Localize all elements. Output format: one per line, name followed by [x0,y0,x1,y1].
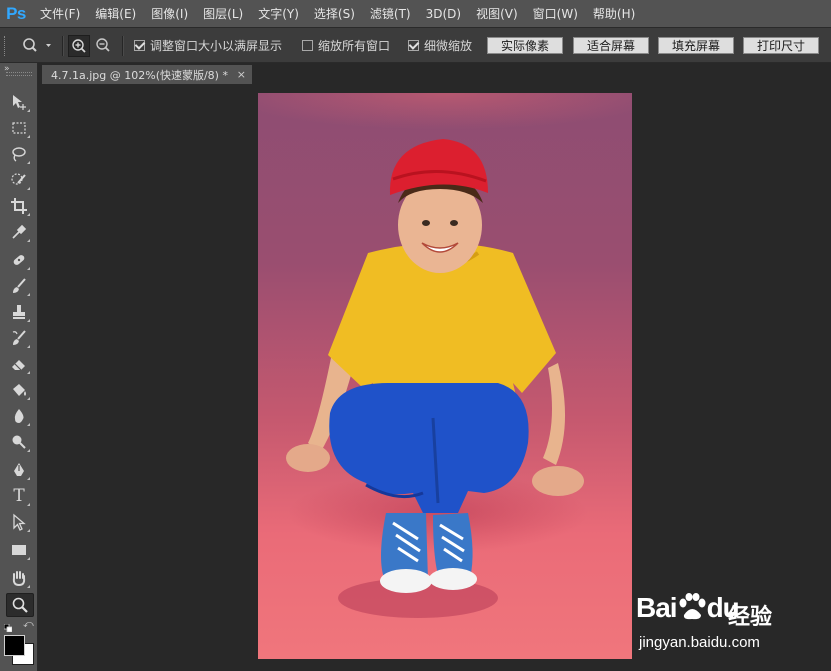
tools-panel: » T ⤺ [0,63,38,671]
history-brush-icon [12,330,26,345]
print-size-button[interactable]: 打印尺寸 [743,37,819,54]
eraser-icon [12,360,25,371]
marquee-icon [12,122,26,134]
baidu-jingyan-watermark: Bai du 经验 jingyan.baidu.com [636,578,826,658]
paint-bucket-tool[interactable] [8,379,30,401]
checkbox-icon [134,39,145,51]
menu-type[interactable]: 文字(Y) [250,5,306,22]
menu-filter[interactable]: 滤镜(T) [362,5,418,22]
zoom-icon [23,38,51,52]
menu-layer[interactable]: 图层(L) [195,5,250,22]
checkbox-icon [408,39,419,51]
crop-icon [11,198,27,214]
resize-windows-label: 调整窗口大小以满屏显示 [150,38,283,53]
fill-screen-button[interactable]: 填充屏幕 [658,37,734,54]
menu-bar: Ps 文件(F) 编辑(E) 图像(I) 图层(L) 文字(Y) 选择(S) 滤… [0,0,831,27]
options-grip[interactable] [4,36,7,56]
document-tab-title: 4.7.1a.jpg @ 102%(快速蒙版/8) * [51,68,228,82]
document-tab[interactable]: 4.7.1a.jpg @ 102%(快速蒙版/8) * × [42,65,252,84]
menu-view[interactable]: 视图(V) [468,5,525,22]
default-colors-icon[interactable] [3,621,13,633]
healing-brush-tool[interactable] [8,249,30,271]
quick-selection-icon [11,173,26,185]
zoom-all-windows-label: 缩放所有窗口 [318,38,391,53]
blur-tool[interactable] [8,405,30,427]
lasso-icon [12,147,26,162]
foreground-color-swatch[interactable] [4,635,25,656]
paint-bucket-icon [13,384,26,396]
toolbar-grip[interactable] [6,72,32,76]
zoom-out-icon [96,38,110,52]
close-tab-icon[interactable]: × [237,68,246,81]
marquee-tool[interactable] [8,117,30,139]
pen-tool[interactable] [8,459,30,481]
path-selection-tool[interactable] [8,511,30,533]
crop-tool[interactable] [8,195,30,217]
lasso-tool[interactable] [8,143,30,165]
brush-tool[interactable] [8,275,30,297]
dodge-tool[interactable] [8,431,30,453]
menu-help[interactable]: 帮助(H) [585,5,642,22]
tool-preset-picker[interactable] [22,28,52,62]
zoom-in-icon [72,39,86,53]
menu-3d[interactable]: 3D(D) [418,7,468,21]
document-tab-bar: 4.7.1a.jpg @ 102%(快速蒙版/8) * × [38,63,831,84]
eraser-tool[interactable] [8,353,30,375]
menu-edit[interactable]: 编辑(E) [87,5,143,22]
history-brush-tool[interactable] [8,327,30,349]
zoom-all-windows-checkbox[interactable]: 缩放所有窗口 [302,28,390,62]
menu-file[interactable]: 文件(F) [32,5,87,22]
watermark-url: jingyan.baidu.com [639,634,760,651]
fit-screen-button[interactable]: 适合屏幕 [573,37,649,54]
zoom-tool[interactable] [6,593,34,617]
zoom-icon [12,597,28,613]
type-tool[interactable]: T [8,485,30,507]
blur-icon [14,409,24,423]
hand-icon [12,571,26,587]
hand-tool[interactable] [8,567,30,589]
options-bar: 调整窗口大小以满屏显示 缩放所有窗口 细微缩放 实际像素 适合屏幕 填充屏幕 打… [0,27,831,63]
path-selection-icon [13,513,26,531]
type-icon: T [13,486,25,506]
menu-image[interactable]: 图像(I) [143,5,195,22]
menu-window[interactable]: 窗口(W) [525,5,585,22]
zoom-out-button[interactable] [95,28,111,62]
resize-windows-checkbox[interactable]: 调整窗口大小以满屏显示 [134,28,282,62]
baidu-logo: Bai du [636,592,740,623]
zoom-in-button[interactable] [68,35,90,57]
scrubby-zoom-label: 细微缩放 [424,38,473,53]
scrubby-zoom-checkbox[interactable]: 细微缩放 [408,28,472,62]
child-photo-image [258,93,632,618]
swap-colors-icon[interactable]: ⤺ [23,619,34,630]
clone-stamp-icon [13,305,25,319]
actual-pixels-button[interactable]: 实际像素 [487,37,563,54]
jingyan-label: 经验 [728,605,773,630]
checkbox-icon [302,39,313,51]
document-canvas[interactable] [258,93,632,659]
dodge-icon [12,435,26,449]
eyedropper-icon [12,224,27,239]
menu-select[interactable]: 选择(S) [306,5,362,22]
move-tool[interactable] [8,91,30,113]
photoshop-logo: Ps [6,3,26,23]
paw-icon [679,593,706,620]
clone-stamp-tool[interactable] [8,301,30,323]
healing-brush-icon [13,255,25,265]
move-icon [13,95,26,110]
rectangle-icon [12,545,26,555]
brush-icon [13,278,26,293]
quick-selection-tool[interactable] [8,169,30,191]
pen-icon [14,463,24,476]
eyedropper-tool[interactable] [8,221,30,243]
rectangle-tool[interactable] [8,539,30,561]
